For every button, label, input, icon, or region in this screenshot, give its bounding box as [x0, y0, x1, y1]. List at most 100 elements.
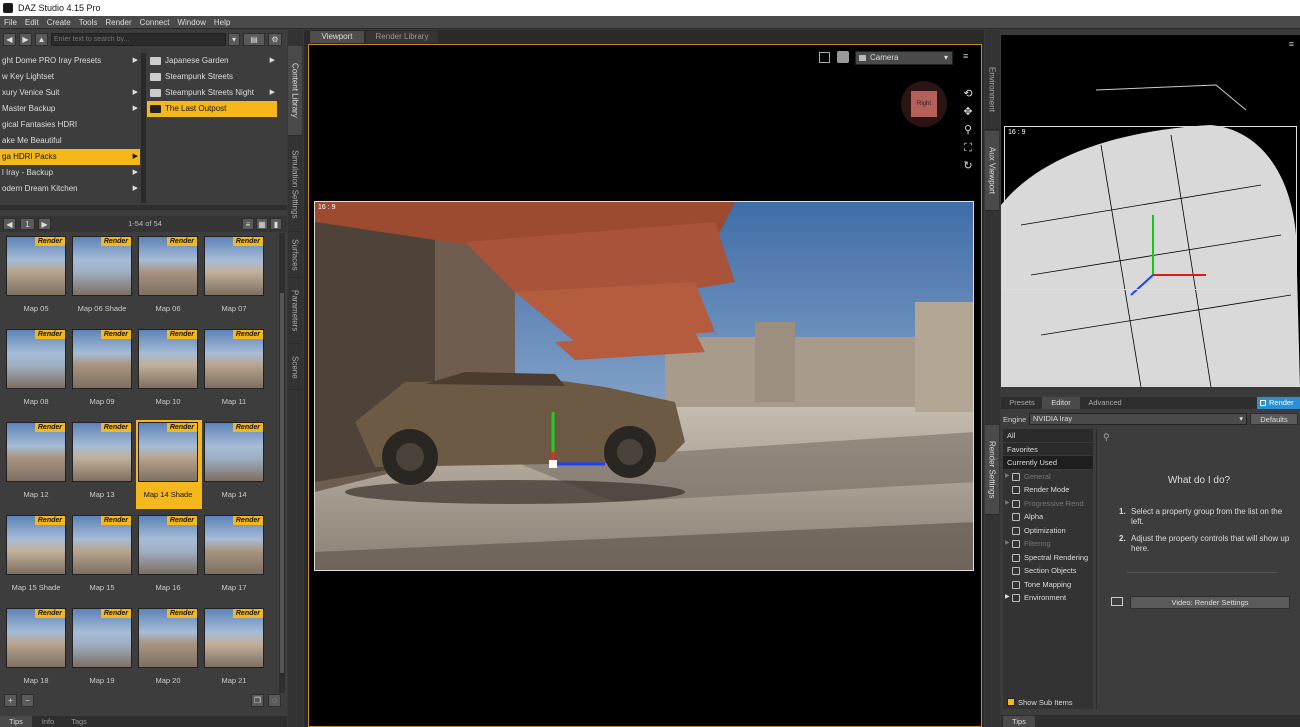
- menu-create[interactable]: Create: [43, 16, 75, 29]
- thumbnail-item[interactable]: Render: [138, 515, 198, 575]
- thumbnail-item[interactable]: Render: [204, 515, 264, 575]
- prop-progressive-rendering[interactable]: ▶ Progressive Rend: [1003, 497, 1093, 510]
- tab-presets[interactable]: Presets: [1003, 397, 1041, 409]
- tab-content-library[interactable]: Content Library: [288, 46, 302, 136]
- group-all[interactable]: All: [1003, 429, 1093, 443]
- reset-icon[interactable]: ↻: [961, 157, 975, 175]
- tab-info[interactable]: Info: [34, 716, 62, 727]
- tree-item-selected[interactable]: ga HDRI Packs ▶: [0, 149, 140, 165]
- thumbnail-item[interactable]: Render: [72, 236, 132, 296]
- tab-render-settings[interactable]: Render Settings: [985, 425, 999, 515]
- defaults-button[interactable]: Defaults: [1250, 413, 1298, 425]
- subfolder-item-selected[interactable]: The Last Outpost: [147, 101, 277, 117]
- tree-scrollbar[interactable]: [141, 53, 146, 203]
- viewport-menu-icon[interactable]: ≡: [963, 51, 974, 62]
- search-dropdown-button[interactable]: ▾: [228, 33, 240, 46]
- prop-section-objects[interactable]: Section Objects: [1003, 564, 1093, 578]
- view-cube[interactable]: Right: [901, 81, 947, 127]
- pan-icon[interactable]: ✥: [961, 103, 975, 121]
- metadata-button[interactable]: ❐: [251, 694, 264, 707]
- next-page-button[interactable]: ▶: [38, 218, 51, 230]
- engine-dropdown[interactable]: NVIDIA Iray ▾: [1029, 413, 1247, 425]
- back-button[interactable]: ◀: [3, 33, 16, 46]
- prop-environment[interactable]: ▶ Environment: [1003, 591, 1093, 605]
- tab-parameters[interactable]: Parameters: [288, 279, 302, 344]
- menu-connect[interactable]: Connect: [136, 16, 174, 29]
- tree-item[interactable]: odern Dream Kitchen ▶: [0, 181, 140, 197]
- tree-item[interactable]: ake Me Beautiful: [0, 133, 140, 149]
- list-view-button[interactable]: ≡: [242, 218, 254, 230]
- group-favorites[interactable]: Favorites: [1003, 442, 1093, 456]
- thumbnail-item[interactable]: Render: [6, 329, 66, 389]
- add-button[interactable]: +: [4, 694, 17, 707]
- tree-item[interactable]: l Iray - Backup ▶: [0, 165, 140, 181]
- thumbnail-item[interactable]: Render: [204, 329, 264, 389]
- tab-render-library[interactable]: Render Library: [366, 31, 438, 43]
- thumbnail-item[interactable]: Render: [72, 515, 132, 575]
- subfolder-item[interactable]: Japanese Garden ▶: [147, 53, 277, 69]
- tab-tips[interactable]: Tips: [1003, 716, 1035, 727]
- tab-aux-viewport[interactable]: Aux Viewport: [985, 131, 999, 211]
- thumbnail-item[interactable]: Render: [6, 422, 66, 482]
- tab-viewport[interactable]: Viewport: [310, 31, 364, 43]
- page-number-field[interactable]: 1: [20, 218, 35, 230]
- tree-item[interactable]: w Key Lightset: [0, 69, 140, 85]
- orbit-icon[interactable]: ⟲: [961, 85, 975, 103]
- menu-edit[interactable]: Edit: [21, 16, 43, 29]
- tab-surfaces[interactable]: Surfaces: [288, 233, 302, 278]
- tree-item[interactable]: xury Venice Suit ▶: [0, 85, 140, 101]
- render-button[interactable]: Render: [1257, 397, 1300, 409]
- thumbnail-item[interactable]: Render: [72, 329, 132, 389]
- tab-simulation-settings[interactable]: Simulation Settings: [288, 137, 302, 232]
- thumbnail-item[interactable]: Render: [138, 608, 198, 668]
- settings-button[interactable]: ⚙: [268, 33, 282, 46]
- prop-spectral-rendering[interactable]: Spectral Rendering: [1003, 551, 1093, 564]
- camera-dropdown[interactable]: Camera ▾: [855, 51, 953, 65]
- remove-button[interactable]: −: [21, 694, 34, 707]
- search-input[interactable]: [51, 33, 226, 46]
- render-preview[interactable]: 16 : 9: [314, 201, 974, 571]
- panel-menu-button[interactable]: ▮: [270, 218, 282, 230]
- refresh-button[interactable]: ◌: [268, 694, 281, 707]
- prev-page-button[interactable]: ◀: [3, 218, 16, 230]
- tab-scene[interactable]: Scene: [288, 345, 302, 390]
- tab-editor[interactable]: Editor: [1042, 397, 1080, 409]
- video-render-settings-button[interactable]: Video: Render Settings: [1130, 596, 1290, 609]
- thumbnail-item[interactable]: Render: [204, 608, 264, 668]
- prop-tone-mapping[interactable]: Tone Mapping: [1003, 578, 1093, 591]
- tab-environment[interactable]: Environment: [985, 50, 999, 130]
- tab-tips[interactable]: Tips: [0, 716, 32, 727]
- subfolder-item[interactable]: Steampunk Streets: [147, 69, 277, 85]
- menu-file[interactable]: File: [0, 16, 21, 29]
- aspect-icon[interactable]: [819, 52, 830, 63]
- forward-button[interactable]: ▶: [19, 33, 32, 46]
- scrollbar-thumb[interactable]: [280, 293, 284, 673]
- thumbnail-item[interactable]: Render: [6, 236, 66, 296]
- show-sub-items-checkbox[interactable]: [1007, 698, 1015, 706]
- thumbnail-item[interactable]: Render: [6, 515, 66, 575]
- tab-advanced[interactable]: Advanced: [1081, 397, 1129, 409]
- thumbnail-item[interactable]: Render: [138, 236, 198, 296]
- viewport-canvas[interactable]: Camera ▾ ≡ Right ⟲ ✥ ⚲ ⛶ ↻ 16: 9: [308, 44, 982, 727]
- subfolder-item[interactable]: Steampunk Streets Night ▶: [147, 85, 277, 101]
- tree-item[interactable]: gical Fantasies HDRI: [0, 117, 140, 133]
- menu-render[interactable]: Render: [101, 16, 135, 29]
- aux-viewport[interactable]: ≡ 16 : 9: [1001, 35, 1300, 387]
- prop-filtering[interactable]: ▶ Filtering: [1003, 537, 1093, 551]
- search-icon[interactable]: ⚲: [1103, 432, 1110, 443]
- prop-render-mode[interactable]: Render Mode: [1003, 483, 1093, 497]
- view-options-button[interactable]: ▤: [243, 33, 265, 46]
- view-cube-face[interactable]: Right: [911, 91, 937, 117]
- thumbnail-scrollbar[interactable]: [279, 233, 285, 693]
- prop-general[interactable]: ▶ General: [1003, 470, 1093, 483]
- tab-tags[interactable]: Tags: [64, 716, 94, 727]
- prop-optimization[interactable]: Optimization: [1003, 524, 1093, 537]
- menu-tools[interactable]: Tools: [75, 16, 102, 29]
- thumbnail-item[interactable]: Render: [72, 608, 132, 668]
- zoom-icon[interactable]: ⚲: [961, 121, 975, 139]
- thumbnail-item[interactable]: Render: [138, 329, 198, 389]
- thumbnail-item[interactable]: Render: [138, 422, 198, 482]
- menu-window[interactable]: Window: [173, 16, 209, 29]
- thumbnail-item[interactable]: Render: [6, 608, 66, 668]
- frame-icon[interactable]: ⛶: [961, 139, 975, 157]
